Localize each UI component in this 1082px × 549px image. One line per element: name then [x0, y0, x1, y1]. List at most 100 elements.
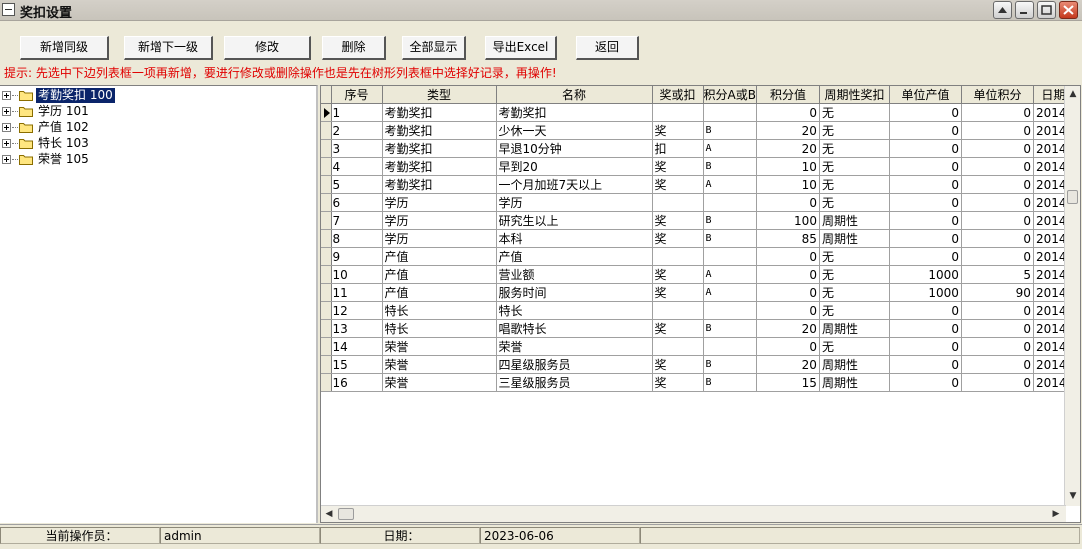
table-row[interactable]: 4 考勤奖扣 早到20 奖 B 10 无 0 0 2014- [321, 157, 1074, 176]
tree-node-label[interactable]: 特长 103 [36, 136, 91, 151]
scroll-down-icon[interactable]: ▼ [1066, 489, 1080, 503]
table-cell[interactable]: 周期性 [819, 319, 890, 338]
row-header[interactable] [321, 139, 332, 158]
reward-grid[interactable]: 序号 类型 名称 奖或扣 积分A或B 积分值 周期性奖扣 单位产值 单位积分 日期 1 考勤奖扣 考勤… [320, 85, 1081, 523]
horizontal-scroll-thumb[interactable] [338, 508, 354, 520]
table-cell[interactable]: 2 [331, 121, 383, 140]
delete-button[interactable]: 删除 [322, 36, 386, 60]
table-cell[interactable]: 无 [819, 157, 890, 176]
table-cell[interactable]: 奖 [652, 175, 704, 194]
table-cell[interactable]: 无 [819, 175, 890, 194]
category-tree[interactable]: 考勤奖扣 100 学历 101 产值 102 特长 103 荣誉 105 [0, 85, 318, 523]
table-row[interactable]: 13 特长 唱歌特长奖 B 20 周期性 0 0 2014- [321, 319, 1074, 338]
column-header[interactable]: 积分值 [756, 86, 820, 104]
table-cell[interactable]: 无 [819, 265, 890, 284]
expand-icon[interactable] [2, 139, 11, 148]
table-cell[interactable]: 无 [819, 301, 890, 320]
table-cell[interactable]: 0 [889, 355, 962, 374]
table-cell[interactable]: 10 [756, 175, 820, 194]
table-cell[interactable]: 14 [331, 337, 383, 356]
table-cell[interactable]: 5 [331, 175, 383, 194]
table-cell[interactable]: 15 [756, 373, 820, 392]
table-cell[interactable]: 5 [961, 265, 1034, 284]
column-header[interactable]: 奖或扣 [652, 86, 704, 104]
table-cell[interactable]: 9 [331, 247, 383, 266]
table-cell[interactable]: 0 [889, 229, 962, 248]
table-cell[interactable]: 0 [756, 265, 820, 284]
table-cell[interactable]: 85 [756, 229, 820, 248]
table-cell[interactable]: B [703, 319, 757, 338]
table-cell[interactable]: 16 [331, 373, 383, 392]
table-cell[interactable]: 学历 [382, 229, 497, 248]
table-cell[interactable]: 荣誉 [382, 337, 497, 356]
table-cell[interactable]: 0 [889, 175, 962, 194]
table-cell[interactable]: 0 [756, 193, 820, 212]
table-cell[interactable]: 三星级服务员 [496, 373, 653, 392]
tree-node-label[interactable]: 荣誉 105 [36, 152, 91, 167]
row-header[interactable] [321, 319, 332, 338]
table-row[interactable]: 8 学历 本科奖 B 85 周期性 0 0 2014- [321, 229, 1074, 248]
vertical-scroll-thumb[interactable] [1067, 190, 1078, 204]
table-row[interactable]: 6 学历 学历 0 无 0 0 2014- [321, 193, 1074, 212]
table-cell[interactable]: 特长 [496, 301, 653, 320]
row-header[interactable] [321, 229, 332, 248]
table-cell[interactable]: 0 [889, 337, 962, 356]
row-header[interactable] [321, 301, 332, 320]
row-header[interactable] [321, 211, 332, 230]
table-row[interactable]: 10 产值 营业额奖 A 0 无 1000 5 2014- [321, 265, 1074, 284]
table-cell[interactable]: 90 [961, 283, 1034, 302]
table-cell[interactable]: 11 [331, 283, 383, 302]
table-cell[interactable]: 0 [889, 301, 962, 320]
table-cell[interactable]: 奖 [652, 283, 704, 302]
export-excel-button[interactable]: 导出Excel [485, 36, 557, 60]
table-cell[interactable]: 奖 [652, 121, 704, 140]
table-cell[interactable]: 奖 [652, 265, 704, 284]
table-cell[interactable]: B [703, 157, 757, 176]
tree-node-label[interactable]: 学历 101 [36, 104, 91, 119]
table-cell[interactable]: B [703, 229, 757, 248]
table-cell[interactable]: 0 [889, 211, 962, 230]
table-cell[interactable]: 0 [961, 211, 1034, 230]
table-cell[interactable]: 0 [961, 247, 1034, 266]
table-cell[interactable] [652, 193, 704, 212]
table-cell[interactable]: 少休一天 [496, 121, 653, 140]
table-cell[interactable]: 0 [889, 373, 962, 392]
vertical-scrollbar[interactable]: ▲ ▼ [1064, 86, 1080, 506]
table-row[interactable]: 11 产值 服务时间奖 A 0 无 1000 90 2014- [321, 283, 1074, 302]
row-header[interactable] [321, 247, 332, 266]
table-cell[interactable]: B [703, 121, 757, 140]
table-cell[interactable]: 荣誉 [382, 373, 497, 392]
close-button[interactable] [1059, 1, 1078, 19]
table-cell[interactable]: 0 [961, 355, 1034, 374]
back-button[interactable]: 返回 [576, 36, 639, 60]
table-row[interactable]: 2 考勤奖扣 少休一天奖 B 20 无 0 0 2014- [321, 121, 1074, 140]
table-cell[interactable]: 奖 [652, 355, 704, 374]
table-cell[interactable]: 产值 [382, 247, 497, 266]
table-cell[interactable]: 10 [331, 265, 383, 284]
table-cell[interactable]: 奖 [652, 211, 704, 230]
table-cell[interactable]: 周期性 [819, 229, 890, 248]
table-cell[interactable]: 0 [961, 103, 1034, 122]
row-header[interactable] [321, 355, 332, 374]
minimize-button[interactable] [1015, 1, 1034, 19]
column-header[interactable]: 序号 [331, 86, 383, 104]
table-cell[interactable]: 产值 [382, 283, 497, 302]
table-cell[interactable]: 8 [331, 229, 383, 248]
table-cell[interactable]: B [703, 373, 757, 392]
horizontal-scrollbar[interactable]: ◀ ▶ [321, 505, 1066, 522]
table-cell[interactable]: 奖 [652, 157, 704, 176]
add-child-button[interactable]: 新增下一级 [124, 36, 213, 60]
tree-node-label[interactable]: 考勤奖扣 100 [36, 88, 115, 103]
table-cell[interactable]: 0 [889, 121, 962, 140]
column-header[interactable]: 积分A或B [703, 86, 757, 104]
table-cell[interactable]: 周期性 [819, 373, 890, 392]
table-cell[interactable]: A [703, 139, 757, 158]
table-cell[interactable]: 特长 [382, 319, 497, 338]
row-header[interactable] [321, 103, 332, 122]
table-cell[interactable]: 10 [756, 157, 820, 176]
table-cell[interactable]: 20 [756, 139, 820, 158]
column-header[interactable]: 周期性奖扣 [819, 86, 890, 104]
table-cell[interactable]: 0 [961, 121, 1034, 140]
table-cell[interactable]: 20 [756, 319, 820, 338]
table-cell[interactable]: 0 [889, 193, 962, 212]
